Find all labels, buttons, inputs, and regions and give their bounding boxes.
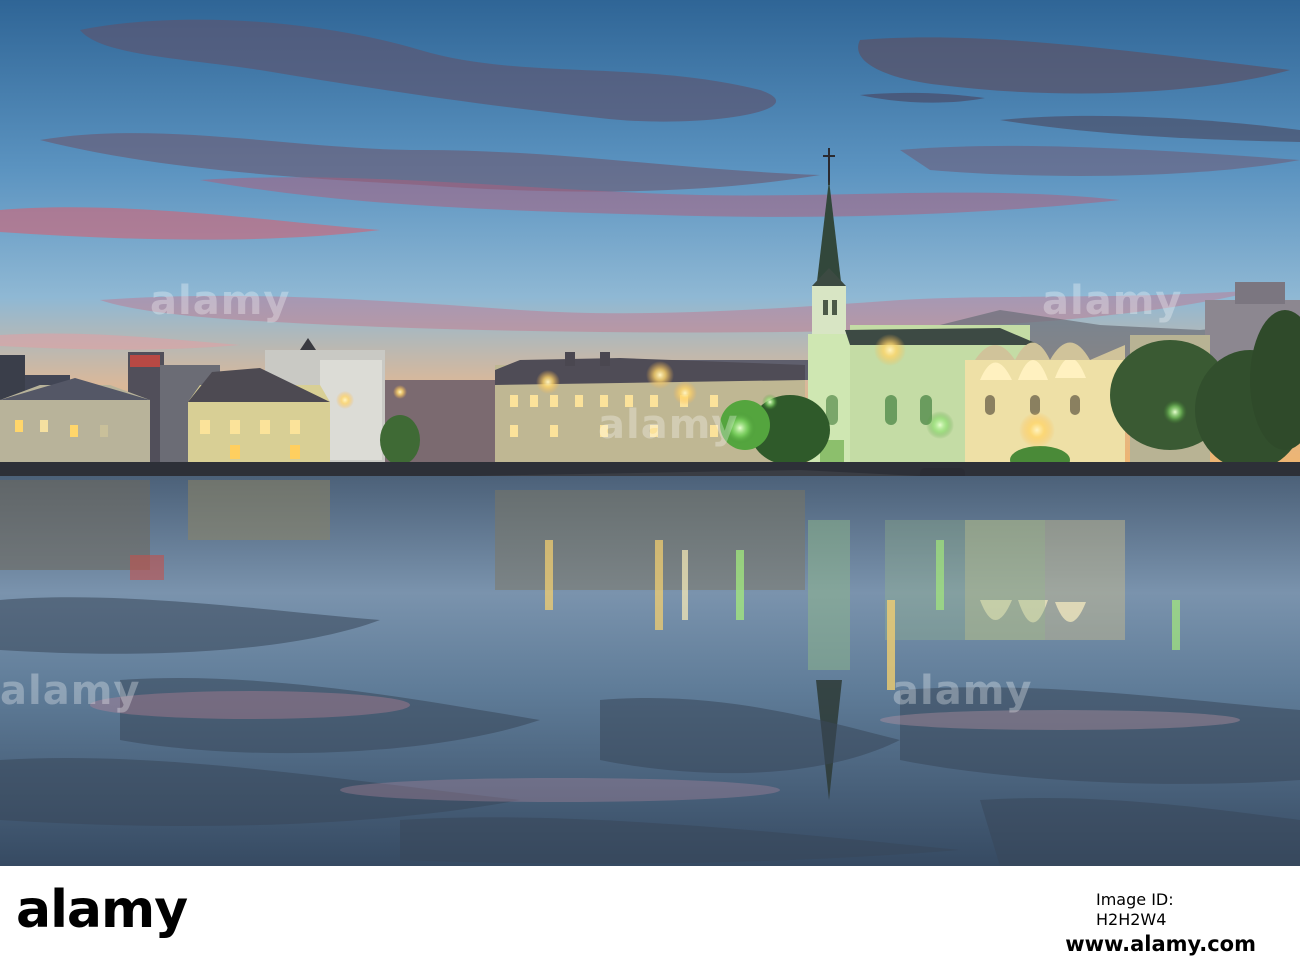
lake-scene	[0, 0, 1300, 866]
stock-photo: alamy alamy alamy alamy alamy alamy	[0, 0, 1300, 866]
alamy-url[interactable]: www.alamy.com	[660, 930, 1256, 958]
stock-footer: alamy Image ID: H2H2W4 www.alamy.com	[0, 866, 1300, 956]
image-id-block: Image ID: H2H2W4 www.alamy.com	[660, 890, 1256, 958]
image-id-label: Image ID: H2H2W4	[1096, 890, 1174, 929]
alamy-logo[interactable]: alamy	[16, 877, 188, 943]
